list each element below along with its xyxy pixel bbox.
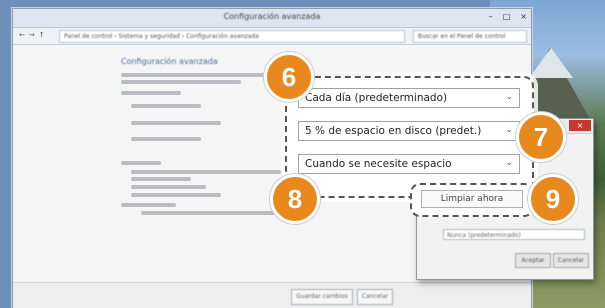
title-bar: Configuración avanzada – □ × — [13, 9, 531, 28]
clean-now-button[interactable]: Limpiar ahora — [421, 190, 523, 208]
body-text-line — [121, 161, 161, 165]
step-badge-8: 8 — [270, 174, 320, 224]
maximize-button[interactable]: □ — [503, 12, 511, 21]
chevron-down-icon: ⌄ — [505, 92, 513, 102]
screenshot-scene: Configuración avanzada – □ × ← → ↑ Panel… — [0, 0, 605, 308]
step-badge-7: 7 — [516, 112, 566, 162]
body-text-line — [131, 104, 201, 108]
up-icon[interactable]: ↑ — [39, 31, 45, 39]
disk-space-combo-value: 5 % de espacio en disco (predet.) — [305, 125, 482, 137]
body-text-line — [121, 91, 181, 95]
dialog-close-button[interactable]: × — [569, 120, 591, 131]
dialog-ok-button[interactable]: Aceptar — [515, 253, 551, 268]
search-input[interactable]: Buscar en el Panel de control — [413, 30, 527, 43]
chevron-down-icon: ⌄ — [505, 158, 513, 168]
body-text-line — [121, 80, 241, 84]
body-text-line — [131, 193, 221, 197]
body-text-line — [131, 185, 206, 189]
save-changes-button[interactable]: Guardar cambios — [291, 289, 353, 305]
body-text-line — [131, 177, 191, 181]
page-heading: Configuración avanzada — [121, 57, 218, 66]
footer-cancel-button[interactable]: Cancelar — [357, 289, 393, 305]
cleanup-mode-combo-value: Cuando se necesite espacio — [305, 158, 452, 170]
body-text-line — [131, 121, 221, 125]
minimize-button[interactable]: – — [489, 12, 493, 21]
nav-buttons: ← → ↑ — [19, 31, 45, 39]
body-text-line — [131, 137, 201, 141]
body-text-line — [121, 203, 176, 207]
schedule-combo[interactable]: Cada día (predeterminado) ⌄ — [298, 88, 520, 108]
address-bar: ← → ↑ Panel de control › Sistema y segur… — [13, 28, 531, 45]
body-text-line — [131, 170, 281, 174]
body-text-line — [121, 73, 271, 77]
step-badge-9: 9 — [528, 174, 578, 224]
chevron-down-icon: ⌄ — [505, 125, 513, 135]
window-footer: Guardar cambios Cancelar — [13, 282, 531, 308]
window-title: Configuración avanzada — [223, 12, 321, 21]
forward-icon[interactable]: → — [29, 31, 35, 39]
close-button[interactable]: × — [520, 12, 527, 21]
window-controls: – □ × — [489, 12, 527, 21]
disk-space-combo[interactable]: 5 % de espacio en disco (predet.) ⌄ — [298, 121, 520, 141]
step-badge-6: 6 — [264, 52, 314, 102]
schedule-combo-value: Cada día (predeterminado) — [305, 92, 448, 104]
dialog-combo[interactable]: Nunca (predeterminado) — [443, 229, 585, 240]
cleanup-mode-combo[interactable]: Cuando se necesite espacio ⌄ — [298, 154, 520, 174]
body-text-line — [141, 211, 281, 215]
dialog-cancel-button[interactable]: Cancelar — [553, 253, 589, 268]
back-icon[interactable]: ← — [19, 31, 25, 39]
snow-cap-shape — [529, 48, 573, 78]
address-path[interactable]: Panel de control › Sistema y seguridad ›… — [59, 30, 405, 43]
